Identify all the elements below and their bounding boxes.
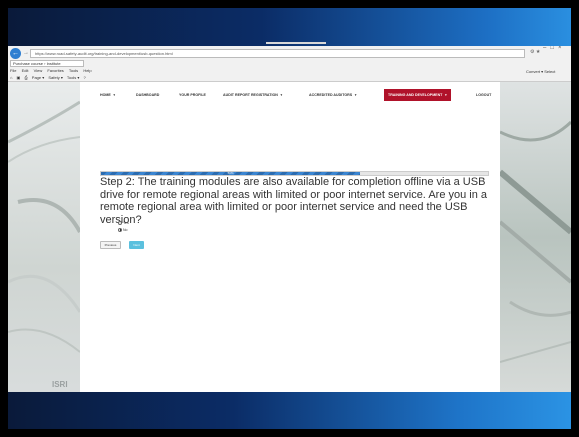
address-tools-icons[interactable]: ⚙ ★ — [530, 49, 540, 55]
forward-arrow-icon[interactable]: → — [23, 50, 29, 56]
menu-view[interactable]: View — [34, 68, 43, 73]
cmd-tools[interactable]: Tools ▾ — [67, 75, 79, 80]
slide-title-dash — [266, 42, 326, 44]
menu-favorites[interactable]: Favorites — [47, 68, 63, 73]
background-road-image-right — [500, 82, 571, 392]
nav-audit-report-registration[interactable]: AUDIT REPORT REGISTRATION ▼ — [223, 89, 283, 101]
nav-dashboard[interactable]: DASHBOARD — [136, 89, 159, 101]
nav-dashboard-label: DASHBOARD — [136, 93, 160, 97]
question-text: Step 2: The training modules are also av… — [100, 176, 488, 226]
progress-fill: 50% — [101, 171, 361, 175]
print-icon[interactable]: ⎙ — [24, 75, 27, 80]
progress-label: 50% — [227, 171, 234, 175]
nav-logout-label: LOGOUT — [476, 93, 492, 97]
site-content: HOME ▼ DASHBOARD YOUR PROFILE AUDIT REPOR… — [80, 82, 500, 392]
option-no[interactable]: No — [118, 226, 129, 233]
nav-training-and-development[interactable]: TRAINING AND DEVELOPMENT ▼ — [384, 89, 452, 101]
background-road-image-left — [8, 82, 80, 392]
feeds-icon[interactable]: ▣ — [17, 75, 21, 80]
nav-home-label: HOME — [100, 93, 111, 97]
nav-accredited-auditors-label: ACCREDITED AUDITORS — [309, 93, 353, 97]
option-no-label: No — [123, 227, 128, 232]
slide-footer-band — [8, 392, 571, 429]
menu-edit[interactable]: Edit — [22, 68, 29, 73]
menu-tools[interactable]: Tools — [69, 68, 78, 73]
nav-your-profile-label: YOUR PROFILE — [179, 93, 206, 97]
menu-bar: File Edit View Favorites Tools Help — [10, 68, 96, 73]
window-controls[interactable]: –□× — [543, 46, 565, 51]
corner-logo-mark: ISRI — [52, 380, 68, 389]
radio-yes[interactable] — [118, 220, 122, 225]
option-yes-label: Yes — [123, 220, 129, 225]
cmd-page[interactable]: Page ▾ — [32, 75, 44, 80]
menu-file[interactable]: File — [10, 68, 16, 73]
nav-training-label: TRAINING AND DEVELOPMENT — [388, 93, 443, 97]
back-arrow-icon[interactable]: ← — [10, 48, 21, 59]
next-button[interactable]: Next — [129, 241, 144, 249]
nav-home[interactable]: HOME ▼ — [100, 89, 116, 101]
nav-logout[interactable]: LOGOUT — [476, 89, 491, 101]
browser-window: ← → https://www.road-safety-audit.org/tr… — [8, 46, 571, 392]
chevron-down-icon: ▼ — [112, 93, 116, 97]
slide-header-band — [8, 8, 571, 46]
chevron-down-icon: ▼ — [354, 93, 358, 97]
address-bar[interactable]: https://www.road-safety-audit.org/traini… — [30, 49, 525, 58]
browser-tab[interactable]: Purchase course › Institute — [10, 60, 84, 67]
previous-button[interactable]: Previous — [100, 241, 121, 249]
home-icon[interactable]: ⌂ — [10, 75, 12, 80]
cmd-help[interactable]: ? — [83, 75, 85, 80]
nav-your-profile[interactable]: YOUR PROFILE — [179, 89, 206, 101]
convert-tools[interactable]: Convert ▾ Select — [526, 69, 555, 74]
chevron-down-icon: ▼ — [444, 93, 448, 97]
chevron-down-icon: ▼ — [279, 93, 283, 97]
nav-audit-report-label: AUDIT REPORT REGISTRATION — [223, 93, 278, 97]
command-bar: ⌂ ▣ ⎙ Page ▾ Safety ▾ Tools ▾ ? — [10, 75, 89, 80]
nav-accredited-auditors[interactable]: ACCREDITED AUDITORS ▼ — [309, 89, 357, 101]
menu-help[interactable]: Help — [83, 68, 91, 73]
option-yes[interactable]: Yes — [118, 219, 129, 226]
radio-no[interactable] — [118, 227, 122, 232]
answer-options: Yes No — [118, 219, 129, 233]
browser-chrome: ← → https://www.road-safety-audit.org/tr… — [8, 46, 571, 82]
cmd-safety[interactable]: Safety ▾ — [48, 75, 62, 80]
main-nav: HOME ▼ DASHBOARD YOUR PROFILE AUDIT REPOR… — [98, 89, 500, 101]
